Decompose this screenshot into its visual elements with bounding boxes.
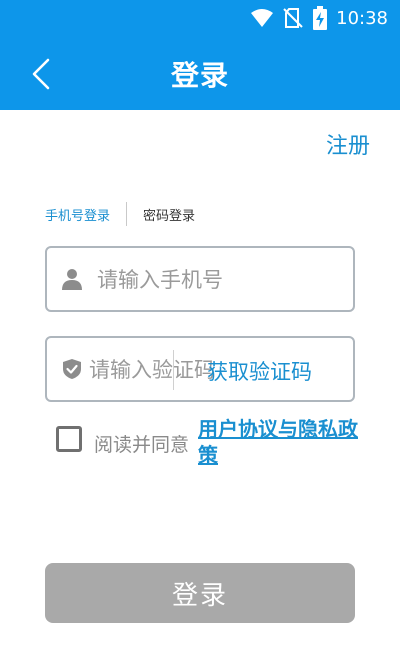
register-link[interactable]: 注册	[326, 128, 370, 160]
get-code-button[interactable]: 获取验证码	[207, 356, 312, 386]
login-button[interactable]: 登录	[45, 563, 355, 623]
shield-check-icon	[63, 359, 81, 379]
code-field: 获取验证码	[45, 336, 355, 402]
tab-password-login[interactable]: 密码登录	[143, 205, 195, 224]
status-time: 10:38	[336, 7, 388, 29]
status-bar: 10:38	[0, 0, 400, 36]
phone-input[interactable]	[97, 262, 347, 298]
code-divider	[173, 350, 174, 390]
verification-code-input[interactable]	[89, 352, 219, 388]
no-sim-icon	[283, 8, 303, 28]
app-header: 登录	[0, 36, 400, 110]
agreement-row: 阅读并同意 用户协议与隐私政策	[56, 414, 358, 474]
person-icon	[62, 269, 82, 290]
login-method-tabs: 手机号登录 密码登录	[45, 202, 195, 226]
battery-charging-icon	[313, 6, 328, 30]
tab-phone-login[interactable]: 手机号登录	[45, 205, 110, 224]
phone-field	[45, 246, 355, 312]
tab-divider	[126, 202, 128, 226]
wifi-icon	[251, 9, 274, 27]
page-title: 登录	[170, 59, 229, 92]
status-icons: 10:38	[250, 6, 388, 30]
login-screen: 10:38 登录 注册 手机号登录 密码登录 获取验证码 阅读	[0, 0, 400, 660]
agreement-link[interactable]: 用户协议与隐私政策	[198, 416, 358, 468]
agreement-text: 阅读并同意	[94, 434, 190, 456]
agreement-checkbox[interactable]	[56, 426, 82, 452]
